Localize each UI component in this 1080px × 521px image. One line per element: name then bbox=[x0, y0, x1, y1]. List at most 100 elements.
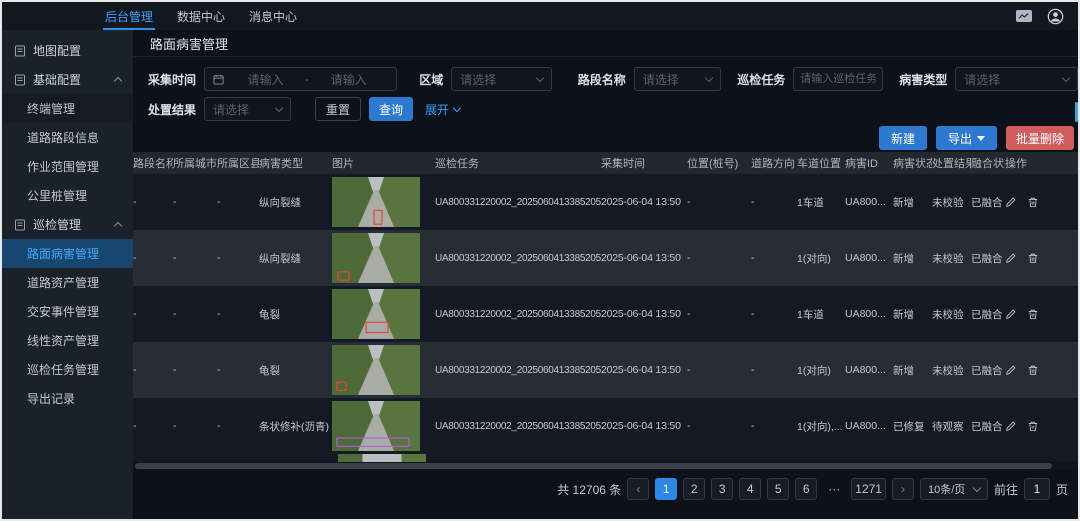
sidebar-item-map-config[interactable]: 地图配置 bbox=[2, 36, 133, 65]
reset-button[interactable]: 重置 bbox=[315, 97, 361, 121]
start-date-placeholder[interactable]: 请输入 bbox=[226, 71, 305, 88]
page-button-6[interactable]: 6 bbox=[795, 478, 817, 500]
road-photo[interactable] bbox=[332, 401, 420, 451]
cell-city: - bbox=[173, 252, 217, 264]
cell-image bbox=[332, 289, 435, 339]
sidebar-item-work-scope-management[interactable]: 作业范围管理 bbox=[2, 152, 133, 181]
col-road-name: 路段名称 bbox=[133, 155, 173, 171]
table-header-row: 路段名称 所属城市 所属区县 病害类型 图片 巡检任务 采集时间 位置(桩号) … bbox=[133, 152, 1078, 174]
edit-icon[interactable] bbox=[1005, 420, 1017, 432]
cell-county: - bbox=[217, 364, 259, 376]
page-button-5[interactable]: 5 bbox=[767, 478, 789, 500]
page-button-1[interactable]: 1 bbox=[655, 478, 677, 500]
edit-icon[interactable] bbox=[1005, 364, 1017, 376]
sidebar-item-linear-asset-management[interactable]: 线性资产管理 bbox=[2, 326, 133, 355]
sidebar-item-road-asset-management[interactable]: 道路资产管理 bbox=[2, 268, 133, 297]
tab-label: 数据中心 bbox=[177, 8, 225, 25]
cell-road: - bbox=[133, 420, 173, 432]
batch-delete-button[interactable]: 批量删除 bbox=[1006, 126, 1074, 150]
inspection-task-input[interactable] bbox=[793, 67, 883, 91]
cell-direction: - bbox=[751, 420, 797, 432]
create-button[interactable]: 新建 bbox=[879, 126, 927, 150]
export-button[interactable]: 导出 bbox=[936, 126, 997, 150]
disposal-result-select[interactable]: 请选择 bbox=[204, 97, 291, 121]
cell-status: 新增 bbox=[893, 363, 932, 378]
horizontal-scrollbar-thumb[interactable] bbox=[135, 463, 1052, 469]
next-page-button[interactable]: › bbox=[892, 478, 914, 500]
cell-damage-id: UA800... bbox=[845, 364, 893, 376]
cell-county: - bbox=[217, 196, 259, 208]
delete-icon[interactable] bbox=[1027, 196, 1039, 208]
cell-result: 未校验 bbox=[932, 363, 971, 378]
region-select[interactable]: 请选择 bbox=[451, 67, 551, 91]
damage-type-select[interactable]: 请选择 bbox=[955, 67, 1078, 91]
delete-icon[interactable] bbox=[1027, 420, 1039, 432]
col-damage-id: 病害ID bbox=[845, 155, 893, 171]
col-fusion: 融合状态 bbox=[971, 155, 1005, 171]
table-actions: 新建 导出 批量删除 bbox=[133, 124, 1078, 152]
cell-direction: - bbox=[751, 308, 797, 320]
delete-icon[interactable] bbox=[1027, 364, 1039, 376]
delete-icon[interactable] bbox=[1027, 252, 1039, 264]
collect-time-range-input[interactable]: 请输入 - 请输入 bbox=[204, 67, 397, 91]
road-photo[interactable] bbox=[332, 177, 420, 227]
prev-page-button[interactable]: ‹ bbox=[627, 478, 649, 500]
sidebar-item-label: 道路资产管理 bbox=[27, 274, 99, 291]
cell-task: UA800331220002_20250604133852059 bbox=[435, 365, 601, 376]
cell-position: - bbox=[687, 364, 751, 376]
cell-county: - bbox=[217, 420, 259, 432]
page-button-2[interactable]: 2 bbox=[683, 478, 705, 500]
sidebar-item-terminal-management[interactable]: 终端管理 bbox=[2, 94, 133, 123]
cell-damage-id: UA800... bbox=[845, 252, 893, 264]
road-photo[interactable] bbox=[332, 345, 420, 395]
sidebar-item-road-section-info[interactable]: 道路路段信息 bbox=[2, 123, 133, 152]
road-name-select[interactable]: 请选择 bbox=[634, 67, 722, 91]
page-title-bar: 路面病害管理 bbox=[133, 30, 1078, 57]
tab-data-center[interactable]: 数据中心 bbox=[177, 2, 225, 30]
page-button-1271[interactable]: 1271 bbox=[851, 478, 886, 500]
vertical-scrollbar-thumb[interactable] bbox=[1075, 102, 1078, 122]
tab-message-center[interactable]: 消息中心 bbox=[249, 2, 297, 30]
sidebar-item-kilometer-post-management[interactable]: 公里桩管理 bbox=[2, 181, 133, 210]
goto-page-input[interactable] bbox=[1024, 478, 1050, 500]
expand-link[interactable]: 展开 bbox=[425, 101, 460, 118]
cell-position: - bbox=[687, 196, 751, 208]
page-title: 路面病害管理 bbox=[150, 34, 228, 53]
sidebar-item-inspection-task-management[interactable]: 巡检任务管理 bbox=[2, 355, 133, 384]
edit-icon[interactable] bbox=[1005, 308, 1017, 320]
edit-icon[interactable] bbox=[1005, 252, 1017, 264]
cell-fusion: 已融合 bbox=[971, 363, 1005, 378]
user-avatar-icon[interactable] bbox=[1047, 8, 1064, 25]
sidebar-item-road-damage-management[interactable]: 路面病害管理 bbox=[2, 239, 133, 268]
end-date-placeholder[interactable]: 请输入 bbox=[309, 71, 388, 88]
cell-road: - bbox=[133, 308, 173, 320]
monitor-icon[interactable] bbox=[1015, 9, 1033, 23]
cell-direction: - bbox=[751, 364, 797, 376]
sidebar-item-export-records[interactable]: 导出记录 bbox=[2, 384, 133, 413]
sidebar-group-basic-config[interactable]: 基础配置 bbox=[2, 65, 133, 94]
cell-status: 已修复 bbox=[893, 419, 932, 434]
cell-damage-id: UA800... bbox=[845, 420, 893, 432]
page-size-select[interactable]: 10条/页 bbox=[920, 478, 988, 500]
road-photo[interactable] bbox=[332, 233, 420, 283]
road-photo[interactable] bbox=[332, 289, 420, 339]
sidebar-group-inspection-management[interactable]: 巡检管理 bbox=[2, 210, 133, 239]
cell-operations bbox=[1005, 364, 1078, 376]
sidebar-item-label: 公里桩管理 bbox=[27, 187, 87, 204]
horizontal-scrollbar[interactable] bbox=[133, 462, 1078, 470]
filter-row-1: 采集时间 请输入 - 请输入 区域 请选择 路段名称 请选择 bbox=[148, 64, 1078, 94]
page-button-3[interactable]: 3 bbox=[711, 478, 733, 500]
cell-road: - bbox=[133, 252, 173, 264]
sidebar-item-traffic-safety-event-management[interactable]: 交安事件管理 bbox=[2, 297, 133, 326]
cell-city: - bbox=[173, 196, 217, 208]
page-size-value: 10条/页 bbox=[928, 481, 965, 497]
more-pages-ellipsis[interactable]: ··· bbox=[823, 478, 845, 500]
cell-lane: 1(对向),... bbox=[797, 419, 845, 434]
document-icon bbox=[14, 45, 26, 57]
edit-icon[interactable] bbox=[1005, 196, 1017, 208]
delete-icon[interactable] bbox=[1027, 308, 1039, 320]
cell-status: 新增 bbox=[893, 195, 932, 210]
page-button-4[interactable]: 4 bbox=[739, 478, 761, 500]
tab-backend-management[interactable]: 后台管理 bbox=[105, 2, 153, 30]
search-button[interactable]: 查询 bbox=[369, 97, 413, 121]
